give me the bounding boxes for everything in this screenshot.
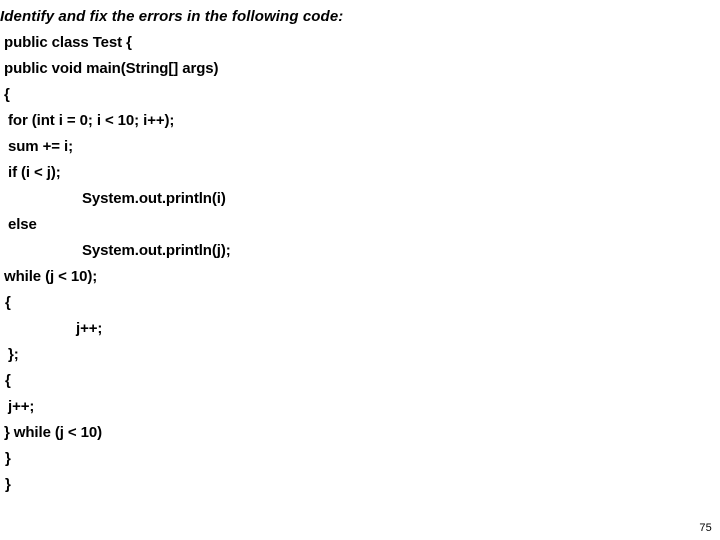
code-line: { (5, 372, 11, 389)
code-line: for (int i = 0; i < 10; i++); (8, 112, 175, 129)
code-line: j++; (8, 398, 35, 415)
code-line: } (5, 476, 11, 493)
prompt-heading: Identify and fix the errors in the follo… (0, 8, 344, 25)
code-line: } while (j < 10) (4, 424, 103, 441)
code-line: sum += i; (8, 138, 73, 155)
code-line: } (5, 450, 11, 467)
code-line: System.out.println(j); (82, 242, 231, 259)
slide-content-body: Identify and fix the errors in the follo… (0, 4, 700, 498)
code-line: { (5, 294, 11, 311)
code-line: j++; (76, 320, 103, 337)
page-number: 75 (699, 522, 712, 534)
code-line: public void main(String[] args) (4, 60, 219, 77)
code-line: System.out.println(i) (82, 190, 226, 207)
code-line: }; (8, 346, 19, 363)
code-line: while (j < 10); (4, 268, 98, 285)
code-line: if (i < j); (8, 164, 61, 181)
code-line: else (8, 216, 37, 233)
slide-canvas: Identify and fix the errors in the follo… (0, 0, 720, 540)
code-block: public class Test { public void main(Stri… (0, 30, 700, 498)
code-line: { (4, 86, 10, 103)
code-line: public class Test { (4, 34, 132, 51)
